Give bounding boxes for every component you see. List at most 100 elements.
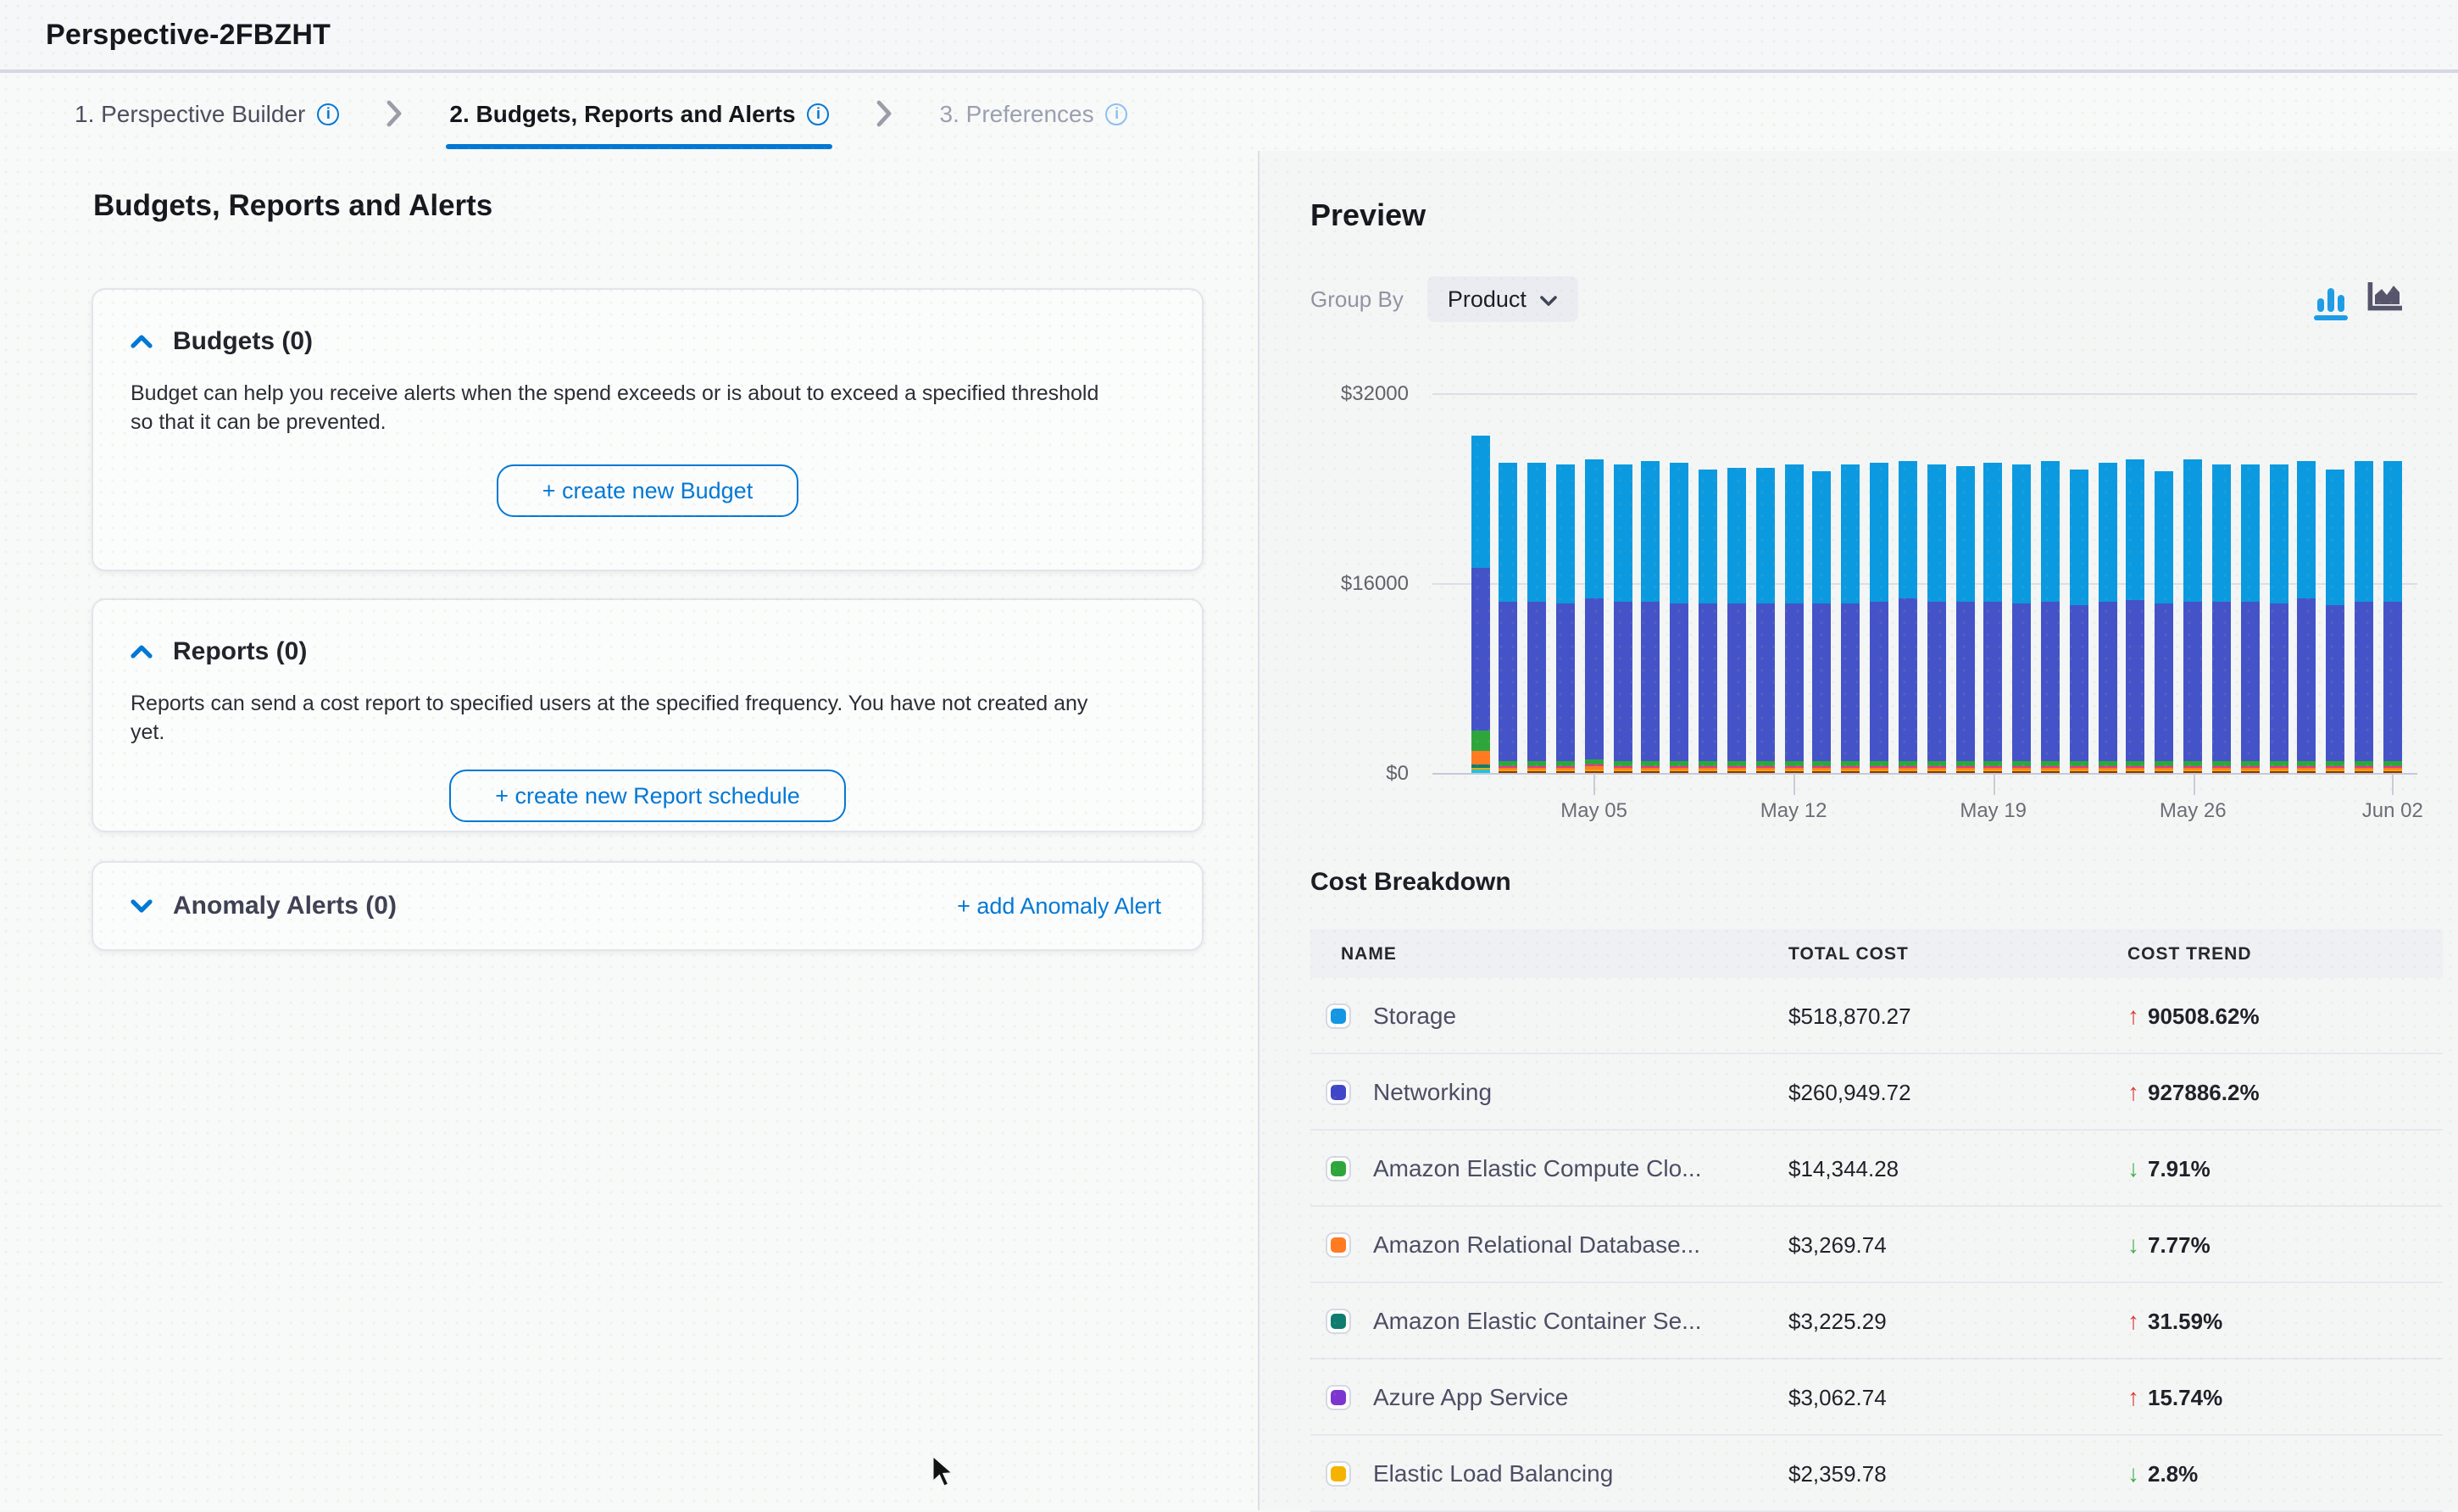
bar-segment-networking xyxy=(2269,603,2288,762)
stacked-bar[interactable] xyxy=(1784,465,1803,773)
bar-segment-rds xyxy=(1870,768,1888,770)
stacked-bar[interactable] xyxy=(1870,464,1888,773)
bar-segment-elb xyxy=(2183,769,2202,770)
column-header-cost-trend: COST TREND xyxy=(2127,943,2443,964)
chevron-down-icon[interactable] xyxy=(131,898,153,914)
bar-segment-storage xyxy=(1727,468,1746,603)
create-budget-button[interactable]: + create new Budget xyxy=(497,464,798,517)
stacked-bar[interactable] xyxy=(2241,464,2260,773)
table-row[interactable]: Amazon Elastic Compute Clo... $14,344.28… xyxy=(1310,1131,2443,1207)
stacked-bar[interactable] xyxy=(2098,464,2116,773)
add-anomaly-alert-link[interactable]: + add Anomaly Alert xyxy=(957,893,1161,919)
table-header-row: NAME TOTAL COST COST TREND xyxy=(1310,929,2443,978)
table-row[interactable]: Elastic Load Balancing $2,359.78 ↓ 2.8% xyxy=(1310,1436,2443,1512)
stacked-bar[interactable] xyxy=(1556,464,1575,773)
bar-segment-other xyxy=(1699,771,1717,774)
chevron-up-icon[interactable] xyxy=(131,334,153,349)
bar-segment-ec2 xyxy=(1471,731,1489,752)
chevron-down-icon xyxy=(1540,284,1559,314)
tab-budgets-reports-alerts[interactable]: 2. Budgets, Reports and Alerts i xyxy=(446,76,832,151)
bar-segment-storage xyxy=(1499,463,1518,603)
chevron-up-icon[interactable] xyxy=(131,644,153,659)
bar-segment-networking xyxy=(2155,603,2174,762)
y-axis-label: $32000 xyxy=(1290,381,1409,405)
table-row[interactable]: Networking $260,949.72 ↑ 927886.2% xyxy=(1310,1054,2443,1131)
stacked-bar[interactable] xyxy=(1585,459,1604,773)
table-row[interactable]: Amazon Relational Database... $3,269.74 … xyxy=(1310,1207,2443,1283)
cost-breakdown-table: NAME TOTAL COST COST TREND Storage $518,… xyxy=(1310,929,2443,1512)
stacked-bar[interactable] xyxy=(2155,470,2174,773)
stacked-bar[interactable] xyxy=(1727,468,1746,774)
cost-preview-chart[interactable]: $0$16000$32000May 05May 12May 19May 26Ju… xyxy=(1310,378,2443,822)
bar-segment-storage xyxy=(1899,461,1917,599)
bar-segment-rds xyxy=(2012,768,2031,770)
bar-segment-storage xyxy=(2070,470,2088,606)
stacked-bar[interactable] xyxy=(2355,461,2373,773)
stacked-bar[interactable] xyxy=(1841,465,1860,773)
bar-segment-other xyxy=(1756,771,1775,774)
table-row[interactable]: Azure App Service $3,062.74 ↑ 15.74% xyxy=(1310,1359,2443,1436)
bar-chart-icon[interactable] xyxy=(2312,288,2348,320)
stacked-bar[interactable] xyxy=(2383,461,2402,773)
budgets-title[interactable]: Budgets (0) xyxy=(173,327,313,356)
stacked-bar[interactable] xyxy=(2012,465,2031,773)
stacked-bar[interactable] xyxy=(2041,462,2060,774)
anomaly-alerts-title[interactable]: Anomaly Alerts (0) xyxy=(173,892,397,920)
bar-segment-other xyxy=(1527,771,1546,774)
cost-breakdown-heading: Cost Breakdown xyxy=(1310,868,1511,897)
chevron-right-icon xyxy=(877,100,893,127)
info-icon[interactable]: i xyxy=(317,103,339,125)
bar-segment-other xyxy=(2041,771,2060,774)
bar-segment-rds xyxy=(1756,768,1775,770)
info-icon[interactable]: i xyxy=(808,103,830,125)
stacked-bar[interactable] xyxy=(1984,464,2003,773)
stacked-bar[interactable] xyxy=(1699,470,1717,773)
stacked-bar[interactable] xyxy=(2127,459,2145,773)
reports-title[interactable]: Reports (0) xyxy=(173,637,307,666)
stacked-bar[interactable] xyxy=(2212,464,2231,773)
create-report-schedule-button[interactable]: + create new Report schedule xyxy=(449,770,845,822)
stacked-bar[interactable] xyxy=(2183,459,2202,773)
stacked-bar[interactable] xyxy=(1613,464,1632,773)
stacked-bar[interactable] xyxy=(1927,465,1945,773)
group-by-row: Group By Product xyxy=(1310,276,1579,322)
bar-segment-other xyxy=(2098,771,2116,774)
bar-segment-rds xyxy=(1699,768,1717,770)
series-color-swatch xyxy=(1326,1079,1351,1104)
stacked-bar[interactable] xyxy=(1471,435,1489,773)
series-color-swatch xyxy=(1326,1003,1351,1028)
bar-segment-rds xyxy=(1955,768,1974,770)
tab-preferences[interactable]: 3. Preferences i xyxy=(937,76,1132,151)
bar-segment-ec2 xyxy=(1642,762,1660,767)
total-cost-value: $2,359.78 xyxy=(1773,1460,2112,1486)
bar-segment-rds xyxy=(1499,768,1518,770)
stacked-bar[interactable] xyxy=(2327,470,2345,773)
trend-arrow-icon: ↓ xyxy=(2127,1231,2139,1258)
bar-segment-networking xyxy=(1841,603,1860,762)
group-by-select[interactable]: Product xyxy=(1427,276,1579,322)
bar-segment-storage xyxy=(1642,460,1660,602)
series-color-swatch xyxy=(1326,1460,1351,1486)
table-row[interactable]: Amazon Elastic Container Se... $3,225.29… xyxy=(1310,1283,2443,1359)
stacked-bar[interactable] xyxy=(1527,463,1546,773)
stacked-bar[interactable] xyxy=(1899,461,1917,773)
stacked-bar[interactable] xyxy=(1813,470,1832,773)
stacked-bar[interactable] xyxy=(2269,465,2288,773)
anomaly-alerts-card: Anomaly Alerts (0) + add Anomaly Alert xyxy=(92,861,1204,951)
stacked-bar[interactable] xyxy=(2070,470,2088,773)
bar-segment-rds xyxy=(2269,768,2288,770)
stacked-bar[interactable] xyxy=(2298,461,2316,773)
product-name: Storage xyxy=(1373,1002,1456,1029)
bar-segment-rds xyxy=(1727,768,1746,770)
info-icon[interactable]: i xyxy=(1106,103,1128,125)
stacked-bar[interactable] xyxy=(1756,468,1775,773)
table-row[interactable]: Storage $518,870.27 ↑ 90508.62% xyxy=(1310,978,2443,1054)
stacked-bar[interactable] xyxy=(1955,466,1974,773)
bar-segment-storage xyxy=(2212,464,2231,602)
bar-segment-ec2 xyxy=(2155,762,2174,767)
area-chart-icon[interactable] xyxy=(2366,280,2404,320)
stacked-bar[interactable] xyxy=(1642,460,1660,773)
stacked-bar[interactable] xyxy=(1499,463,1518,773)
stacked-bar[interactable] xyxy=(1671,463,1689,773)
tab-perspective-builder[interactable]: 1. Perspective Builder i xyxy=(71,76,342,151)
